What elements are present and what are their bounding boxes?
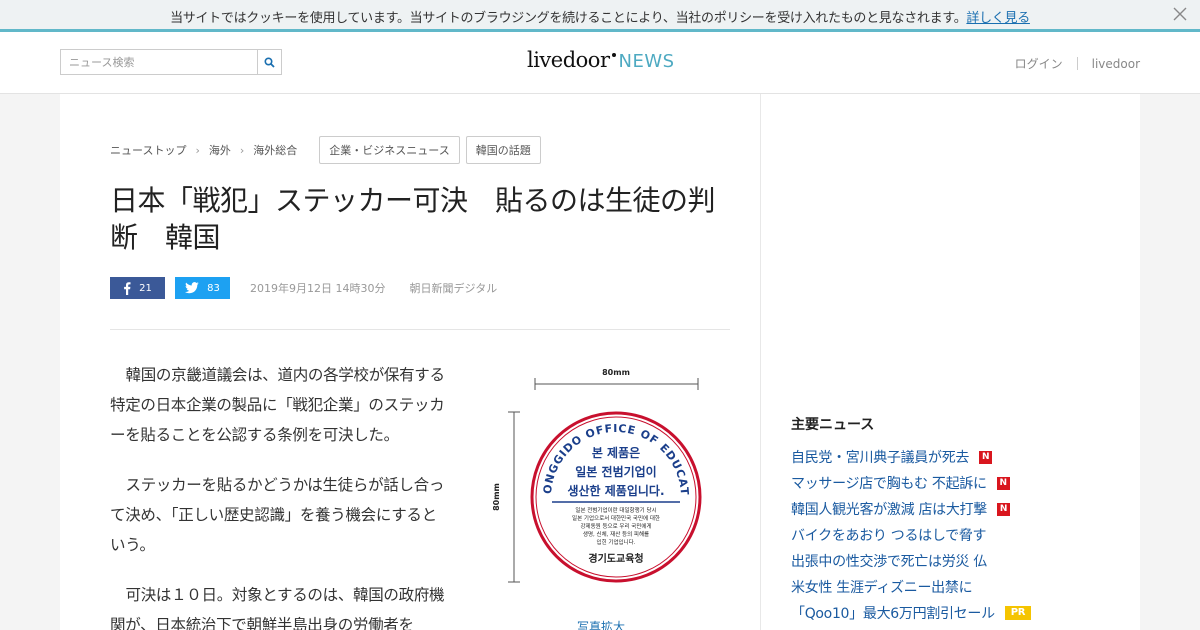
cookie-banner: 当サイトではクッキーを使用しています。当サイトのブラウジングを続けることにより、… — [0, 0, 1200, 29]
search-input[interactable] — [61, 50, 258, 74]
list-item[interactable]: 自民党・宮川典子議員が死去 N — [791, 444, 1031, 470]
livedoor-link[interactable]: livedoor — [1092, 57, 1140, 71]
login-link[interactable]: ログイン — [1015, 55, 1063, 72]
new-badge: N — [979, 450, 993, 464]
twitter-share-button[interactable]: 83 — [175, 277, 230, 299]
news-link[interactable]: マッサージ店で胸もむ 不起訴に — [791, 473, 987, 493]
sidebar: 主要ニュース 自民党・宮川典子議員が死去 N マッサージ店で胸もむ 不起訴に N 韓… — [760, 94, 1140, 630]
nav-divider — [1076, 57, 1078, 70]
share-bar: 21 83 2019年9月12日 14時30分 朝日新聞デジタル — [110, 277, 497, 299]
news-link[interactable]: 韓国人観光客が激減 店は大打撃 — [791, 499, 987, 519]
sidebar-title: 主要ニュース — [791, 417, 875, 433]
sticker-headline: 생산한 제품입니다. — [567, 483, 664, 498]
dimension-side-label: 80mm — [492, 483, 501, 511]
publish-date: 2019年9月12日 14時30分 — [250, 282, 386, 295]
search-icon — [264, 56, 275, 68]
article-source[interactable]: 朝日新聞デジタル — [409, 280, 497, 296]
twitter-count: 83 — [207, 282, 220, 294]
top-news-list: 自民党・宮川典子議員が死去 N マッサージ店で胸もむ 不起訴に N 韓国人観光客が激… — [791, 444, 1032, 626]
photo-enlarge-link[interactable]: 写真拡大 — [577, 618, 625, 630]
facebook-icon — [124, 281, 131, 295]
sticker-small-text: 강제동원 등으로 우리 국민에게 — [580, 522, 651, 530]
facebook-count: 21 — [139, 282, 152, 294]
sticker-small-text: 입힌 기업입니다. — [597, 538, 636, 546]
new-badge: N — [996, 502, 1010, 516]
sticker-headline: 일본 전범기업이 — [575, 464, 656, 479]
cookie-text: 当サイトではクッキーを使用しています。当サイトのブラウジングを続けることにより、… — [170, 11, 967, 26]
cookie-message: 当サイトではクッキーを使用しています。当サイトのブラウジングを続けることにより、… — [0, 7, 1200, 26]
news-link[interactable]: 出張中の性交渉で死亡は労災 仏 — [791, 551, 987, 571]
sticker-image: 80mm 80mm GYEONGGIDO OFFICE OF EDUCATION… — [485, 356, 702, 583]
chevron-right-icon: › — [195, 143, 200, 157]
close-icon[interactable] — [1172, 6, 1188, 22]
article-paragraph: 可決は１０日。対象とするのは、韓国の政府機関が、日本統治下で朝鮮半島出身の労働者… — [110, 586, 445, 630]
list-item[interactable]: 韓国人観光客が激減 店は大打撃 N — [791, 496, 1031, 522]
list-item[interactable]: バイクをあおり つるはしで脅す — [791, 522, 1031, 548]
article-paragraph: 韓国の京畿道議会は、道内の各学校が保有する特定の日本企業の製品に「戦犯企業」のス… — [110, 366, 445, 444]
news-link[interactable]: 米女性 生涯ディズニー出禁に — [791, 577, 973, 597]
article-photo[interactable]: 80mm 80mm GYEONGGIDO OFFICE OF EDUCATION… — [485, 356, 705, 630]
cookie-learn-more-link[interactable]: 詳しく見る — [966, 11, 1030, 26]
news-link[interactable]: 自民党・宮川典子議員が死去 — [791, 447, 969, 467]
header-nav: ログイン livedoor — [1015, 55, 1140, 72]
tag-korea-topics[interactable]: 韓国の話題 — [465, 136, 541, 164]
news-link[interactable]: 「Qoo10」最大6万円割引セール — [791, 603, 995, 623]
list-item[interactable]: マッサージ店で胸もむ 不起訴に N — [791, 470, 1031, 496]
article-body: 韓国の京畿道議会は、道内の各学校が保有する特定の日本企業の製品に「戦犯企業」のス… — [110, 360, 450, 630]
news-link[interactable]: バイクをあおり つるはしで脅す — [791, 525, 987, 545]
new-badge: N — [996, 476, 1010, 490]
twitter-icon — [185, 282, 199, 294]
list-item[interactable]: 出張中の性交渉で死亡は労災 仏 — [791, 548, 1031, 574]
tag-business-news[interactable]: 企業・ビジネスニュース — [319, 136, 460, 164]
breadcrumb-overseas[interactable]: 海外 — [209, 142, 231, 158]
list-item[interactable]: 米女性 生涯ディズニー出禁に — [791, 574, 1031, 600]
search-box — [60, 49, 282, 75]
list-item[interactable]: 「Qoo10」最大6万円割引セール PR — [791, 600, 1032, 626]
pr-badge: PR — [1004, 606, 1032, 620]
article-card: ニューストップ › 海外 › 海外総合 企業・ビジネスニュース 韓国の話題 日本… — [60, 94, 760, 630]
sticker-small-text: 일본 전범기업이란 대일항쟁기 당시 — [575, 506, 656, 514]
dimension-top-label: 80mm — [602, 368, 630, 377]
chevron-right-icon: › — [239, 143, 245, 157]
breadcrumb: ニューストップ › 海外 › 海外総合 企業・ビジネスニュース 韓国の話題 — [110, 136, 541, 164]
site-header: livedoor NEWS ログイン livedoor — [0, 32, 1200, 94]
sticker-small-text: 생명, 신체, 재산 등의 피해를 — [583, 530, 649, 538]
sticker-small-text: 일본 기업으로서 대한민국 국민에 대한 — [572, 514, 660, 522]
sticker-bottom-label: 경기도교육청 — [588, 552, 643, 565]
logo-news: NEWS — [618, 51, 675, 72]
facebook-share-button[interactable]: 21 — [110, 277, 165, 299]
article-title: 日本「戦犯」ステッカー可決 貼るのは生徒の判断 韓国 — [110, 184, 716, 254]
logo-dot — [611, 53, 616, 57]
divider — [110, 329, 730, 330]
sticker-headline: 본 제품은 — [592, 446, 640, 460]
breadcrumb-news-top[interactable]: ニューストップ — [110, 142, 186, 158]
breadcrumb-overseas-general[interactable]: 海外総合 — [253, 142, 297, 158]
article-paragraph: ステッカーを貼るかどうかは生徒らが話し合って決め、「正しい歴史認識」を養う機会に… — [110, 476, 445, 554]
logo-livedoor: livedoor — [527, 48, 610, 72]
search-button[interactable] — [257, 50, 281, 74]
site-logo[interactable]: livedoor NEWS — [527, 50, 675, 71]
